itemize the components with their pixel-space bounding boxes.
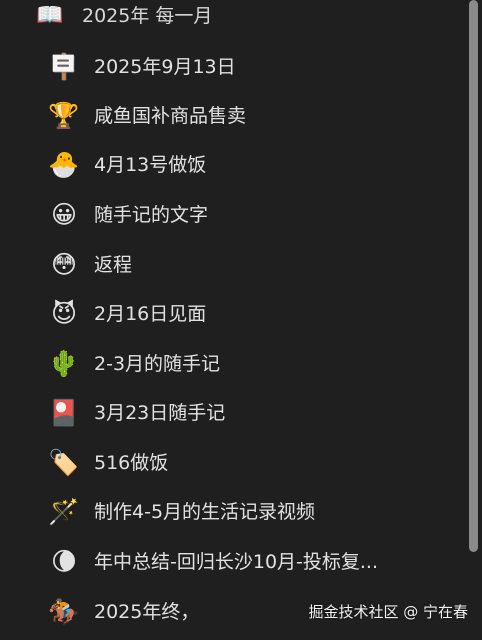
moon-icon: 🌘 — [50, 547, 78, 576]
hatching-chick-icon: 🐣 — [48, 150, 80, 179]
watermark-text: 掘金技术社区 @ 宁在春 — [308, 603, 468, 621]
red-tag-icon: 🎴 — [48, 398, 80, 427]
signpost-icon: 🪧 — [48, 52, 80, 81]
subpage-title: 咸鱼国补商品售卖 — [94, 105, 247, 127]
magic-wand-icon: 🪄 — [48, 497, 80, 526]
trophy-icon: 🏆 — [48, 101, 80, 130]
grinning-face-icon: 😀 — [50, 200, 78, 229]
subpage-item[interactable]: 😀 随手记的文字 — [0, 195, 470, 235]
subpage-title: 4月13号做饭 — [94, 154, 207, 176]
subpage-title: 随手记的文字 — [94, 204, 209, 226]
subpage-list: 🪧 2025年9月13日 🏆 咸鱼国补商品售卖 🐣 4月13号做饭 😀 随手记的… — [0, 0, 470, 640]
subpage-item[interactable]: 😈 2月16日见面 — [0, 294, 470, 334]
subpage-item[interactable]: 🏆 咸鱼国补商品售卖 — [0, 96, 470, 136]
subpage-item[interactable]: 🐣 4月13号做饭 — [0, 145, 470, 185]
subpage-title: 2025年终， — [94, 601, 200, 623]
subpage-item[interactable]: 😳 返程 — [0, 245, 470, 285]
subpage-item[interactable]: 🌵 2-3月的随手记 — [0, 344, 470, 384]
subpage-item[interactable]: 🌘 年中总结-回归长沙10月-投标复... — [0, 542, 470, 582]
label-tag-icon: 🏷️ — [48, 448, 80, 477]
subpage-item[interactable]: 🪄 制作4-5月的生活记录视频 — [0, 492, 470, 532]
subpage-title: 2月16日见面 — [94, 303, 207, 325]
subpage-item[interactable]: 🪧 2025年9月13日 — [0, 47, 470, 87]
subpage-item[interactable]: 🏷️ 516做饭 — [0, 443, 470, 483]
subpage-title: 2025年9月13日 — [94, 56, 236, 78]
subpage-title: 年中总结-回归长沙10月-投标复... — [94, 551, 379, 573]
cactus-icon: 🌵 — [48, 349, 80, 378]
page-tree-panel: 📖 2025年 每一月 🪧 2025年9月13日 🏆 咸鱼国补商品售卖 🐣 4月… — [0, 0, 482, 640]
smiling-devil-icon: 😈 — [50, 299, 78, 328]
subpage-title: 3月23日随手记 — [94, 402, 226, 424]
subpage-title: 2-3月的随手记 — [94, 353, 221, 375]
subpage-title: 制作4-5月的生活记录视频 — [94, 501, 316, 523]
vertical-scrollbar[interactable] — [469, 0, 478, 552]
subpage-item[interactable]: 🎴 3月23日随手记 — [0, 393, 470, 433]
subpage-title: 返程 — [94, 254, 133, 276]
horse-racing-icon: 🏇 — [48, 597, 80, 626]
subpage-title: 516做饭 — [94, 452, 169, 474]
flushed-face-icon: 😳 — [50, 250, 78, 279]
